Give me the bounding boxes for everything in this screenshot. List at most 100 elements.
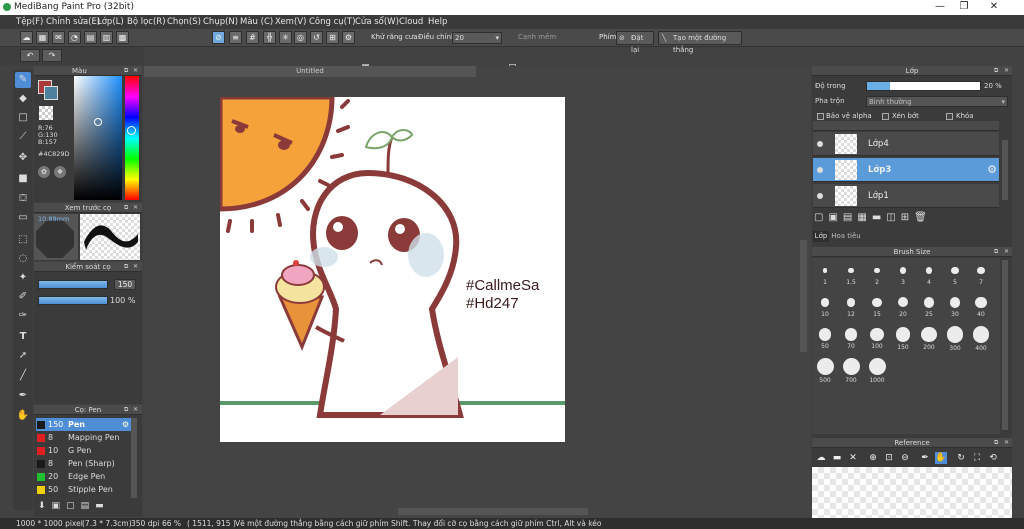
perspective-snap-icon[interactable]: ⊞ bbox=[326, 31, 339, 44]
create-line-button[interactable]: ╲ Tạo một đường thẳng bbox=[658, 31, 742, 54]
clipping-checkbox[interactable] bbox=[882, 113, 889, 120]
brush-size-option[interactable]: 3 bbox=[890, 262, 916, 286]
brush-item[interactable]: 20 Edge Pen bbox=[36, 470, 131, 483]
menu-file[interactable]: Tệp(F) bbox=[16, 17, 43, 27]
eye-icon[interactable] bbox=[817, 193, 823, 199]
document-tab[interactable]: Untitled bbox=[144, 66, 476, 77]
menu-help[interactable]: Help bbox=[428, 17, 447, 27]
brush-size-option[interactable]: 1 bbox=[812, 262, 838, 286]
panel-close-icon[interactable]: ✕ bbox=[133, 204, 140, 211]
close-button[interactable]: ✕ bbox=[982, 1, 1006, 12]
brush-item[interactable]: 50 Stipple Pen bbox=[36, 483, 131, 496]
select-tool-icon[interactable]: ⬚ bbox=[15, 232, 31, 248]
delete-layer-icon[interactable]: 🗑 bbox=[914, 212, 932, 223]
menu-view[interactable]: Xem(V) bbox=[275, 17, 306, 27]
brush-item[interactable]: 8 Pen (Sharp) bbox=[36, 457, 131, 470]
adjust-select[interactable]: 20 ▾ bbox=[452, 32, 502, 44]
copy-icon[interactable]: ▤ bbox=[81, 501, 96, 511]
radial-snap-icon[interactable]: ✳ bbox=[279, 31, 292, 44]
brush-size-option[interactable]: 2 bbox=[864, 262, 890, 286]
canvas-horizontal-scrollbar[interactable] bbox=[398, 508, 588, 515]
magic-wand-tool-icon[interactable]: ✦ bbox=[15, 270, 31, 286]
document-icon[interactable]: ▤ bbox=[84, 31, 97, 44]
color-mode-icon[interactable]: ✿ bbox=[38, 166, 50, 178]
add-brush-icon[interactable]: ▣ bbox=[52, 501, 67, 511]
brush-list-scrollbar[interactable] bbox=[131, 418, 137, 498]
tab-layer[interactable]: Lớp bbox=[813, 231, 829, 242]
fullscreen-icon[interactable]: ⛶ bbox=[971, 452, 983, 464]
menu-window[interactable]: Cửa sổ(W) bbox=[355, 17, 399, 27]
cloud-icon[interactable]: ☁ bbox=[815, 452, 827, 464]
brush-tool-icon[interactable]: ✎ bbox=[15, 72, 31, 88]
divide-tool-icon[interactable]: ╱ bbox=[15, 368, 31, 384]
reset-button[interactable]: ⊘ Đặt lại bbox=[616, 31, 654, 54]
cloud-icon[interactable]: ☁ bbox=[20, 31, 33, 44]
lock-checkbox[interactable] bbox=[946, 113, 953, 120]
folder-icon[interactable]: ▬ bbox=[95, 501, 110, 511]
redo-icon[interactable]: ↷ bbox=[42, 49, 62, 62]
eraser-tool-icon[interactable]: ◆ bbox=[15, 91, 31, 107]
gear-icon[interactable]: ⚙ bbox=[987, 163, 997, 176]
hue-slider[interactable] bbox=[125, 76, 139, 200]
brush-item[interactable]: 10 G Pen bbox=[36, 444, 131, 457]
folder-icon[interactable]: ▬ bbox=[872, 212, 886, 223]
select-eraser-tool-icon[interactable]: ✑ bbox=[15, 308, 31, 324]
saturation-value-picker[interactable] bbox=[74, 76, 122, 200]
merge-layer-icon[interactable]: ⊞ bbox=[901, 212, 914, 223]
brush-size-option[interactable]: 10 bbox=[812, 294, 838, 318]
brush-size-option[interactable]: 100 bbox=[864, 326, 890, 350]
eyedropper-tool-icon[interactable]: ✒ bbox=[15, 388, 31, 404]
gear-icon[interactable]: ⚙ bbox=[122, 418, 129, 431]
brush-size-option[interactable]: 150 bbox=[890, 326, 916, 351]
brush-size-option[interactable]: 25 bbox=[916, 294, 942, 318]
zoom-in-icon[interactable]: ⊕ bbox=[867, 452, 879, 464]
brush-size-option[interactable]: 200 bbox=[916, 326, 942, 351]
eye-icon[interactable] bbox=[817, 141, 823, 147]
menu-cloud[interactable]: Cloud bbox=[399, 17, 423, 27]
color-history-icon[interactable]: ❖ bbox=[54, 166, 66, 178]
blend-mode-select[interactable]: Bình thường ▾ bbox=[866, 96, 1008, 107]
brush-size-option[interactable]: 30 bbox=[942, 294, 968, 318]
sv-picker-handle[interactable] bbox=[94, 118, 102, 126]
undo-icon[interactable]: ↶ bbox=[20, 49, 40, 62]
parallel-snap-icon[interactable]: ≡ bbox=[229, 31, 242, 44]
panel-close-icon[interactable]: ✕ bbox=[133, 406, 140, 413]
rotate-icon[interactable]: ↻ bbox=[955, 452, 967, 464]
maximize-button[interactable]: ❐ bbox=[952, 1, 976, 12]
brush-size-value[interactable]: 150 bbox=[114, 279, 136, 290]
rectangle-tool-icon[interactable]: □ bbox=[15, 110, 31, 126]
new-file-icon[interactable]: ▢ bbox=[66, 501, 81, 511]
panel-close-icon[interactable]: ✕ bbox=[1004, 439, 1022, 446]
menu-edit[interactable]: Chỉnh sửa(E) bbox=[46, 17, 100, 27]
hand-icon[interactable]: ✋ bbox=[935, 452, 947, 464]
transparent-color-swatch[interactable] bbox=[39, 106, 53, 120]
brush-size-option[interactable]: 400 bbox=[968, 326, 994, 352]
secondary-color-swatch[interactable] bbox=[44, 86, 58, 100]
eyedropper-icon[interactable]: ✒ bbox=[919, 452, 931, 464]
fit-icon[interactable]: ⊡ bbox=[883, 452, 895, 464]
new-layer-icon[interactable]: ▢ bbox=[814, 212, 828, 223]
crisscross-snap-icon[interactable]: ╬ bbox=[263, 31, 276, 44]
menu-layer[interactable]: Lớp(L) bbox=[97, 17, 124, 27]
menu-tools[interactable]: Công cụ(T) bbox=[309, 17, 356, 27]
brush-size-option[interactable]: 700 bbox=[838, 358, 864, 384]
image-icon[interactable]: ▦ bbox=[36, 31, 49, 44]
select-pen-tool-icon[interactable]: ✐ bbox=[15, 289, 31, 305]
operation-tool-icon[interactable]: ➚ bbox=[15, 348, 31, 364]
hand-tool-icon[interactable]: ✋ bbox=[15, 408, 31, 424]
brush-size-option[interactable]: 1.5 bbox=[838, 262, 864, 286]
close-icon[interactable]: ✕ bbox=[847, 452, 859, 464]
brush-size-option[interactable]: 4 bbox=[916, 262, 942, 286]
menu-color[interactable]: Màu (C) bbox=[240, 17, 273, 27]
brush-item[interactable]: 150 Pen ⚙ bbox=[36, 418, 131, 431]
panel-close-icon[interactable]: ✕ bbox=[1004, 67, 1010, 74]
panel-close-icon[interactable]: ✕ bbox=[133, 263, 140, 270]
folder-open-icon[interactable]: ▬ bbox=[831, 452, 843, 464]
brush-size-option[interactable]: 50 bbox=[812, 326, 838, 350]
reference-canvas[interactable] bbox=[812, 467, 1012, 518]
drawing-canvas[interactable]: #CallmeSa #Hd247 bbox=[217, 94, 565, 442]
zoom-out-icon[interactable]: ⊖ bbox=[899, 452, 911, 464]
menu-select[interactable]: Chọn(S) bbox=[167, 17, 201, 27]
brush-size-scrollbar[interactable] bbox=[1002, 260, 1008, 430]
lasso-tool-icon[interactable]: ◌ bbox=[15, 251, 31, 267]
